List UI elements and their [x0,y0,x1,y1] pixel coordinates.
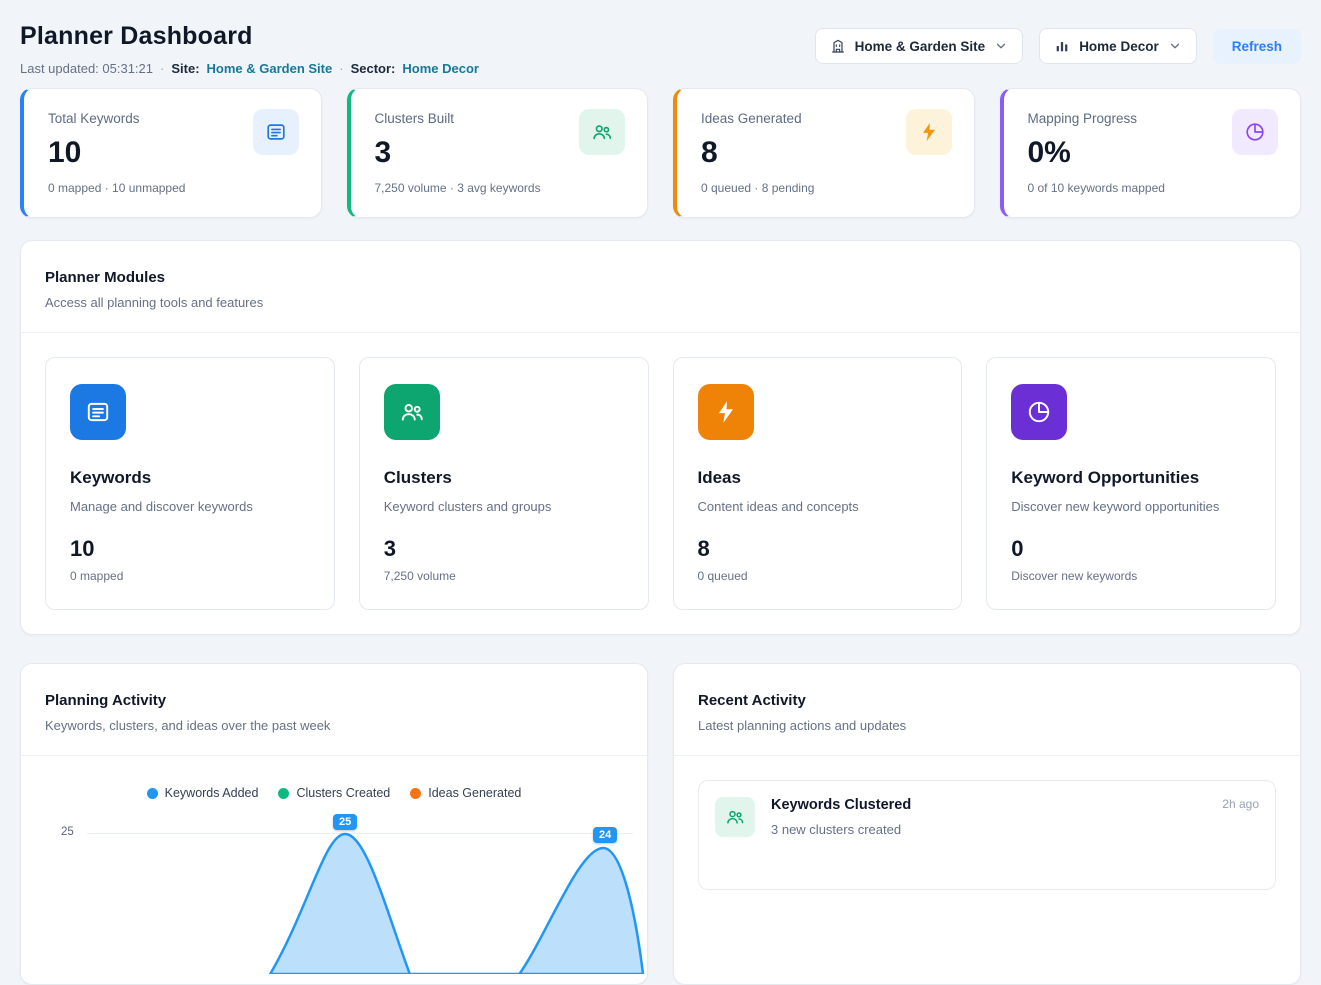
planning-activity-header: Planning Activity Keywords, clusters, an… [21,664,647,755]
modules-subtitle: Access all planning tools and features [45,295,1276,310]
sector-link[interactable]: Home Decor [402,61,479,76]
stats-row: Total Keywords 10 0 mapped · 10 unmapped… [20,88,1301,218]
users-icon [384,384,440,440]
site-dropdown[interactable]: Home & Garden Site [815,28,1024,64]
site-link[interactable]: Home & Garden Site [207,61,333,76]
planning-activity-title: Planning Activity [45,692,623,709]
sector-dropdown[interactable]: Home Decor [1039,28,1197,64]
planner-dashboard-page: Planner Dashboard Last updated: 05:31:21… [0,0,1321,985]
last-updated-text: Last updated: 05:31:21 [20,61,153,76]
site-label: Site: [171,61,199,76]
bar-chart-icon [1054,38,1070,54]
bolt-icon [906,109,952,155]
legend-item-clusters-created[interactable]: Clusters Created [278,786,390,800]
pie-icon [1011,384,1067,440]
divider [21,755,647,756]
planning-activity-chart: 25 25 24 [21,814,647,984]
building-icon [830,38,846,54]
module-title: Ideas [698,468,938,488]
stat-caption: 0 mapped · 10 unmapped [48,181,297,195]
activity-body: Keywords Clustered 3 new clusters create… [771,797,1206,837]
legend-label: Clusters Created [296,786,390,800]
recent-activity-title: Recent Activity [698,692,1276,709]
module-description: Content ideas and concepts [698,499,938,514]
stat-card-mapping-progress: Mapping Progress 0% 0 of 10 keywords map… [1000,88,1302,218]
module-value: 8 [698,536,938,562]
recent-activity-list: Keywords Clustered 3 new clusters create… [674,756,1300,914]
stat-caption: 7,250 volume · 3 avg keywords [375,181,624,195]
module-value: 3 [384,536,624,562]
module-description: Keyword clusters and groups [384,499,624,514]
module-value: 0 [1011,536,1251,562]
activity-title: Keywords Clustered [771,797,1206,813]
site-dropdown-label: Home & Garden Site [855,39,986,54]
meta-separator: · [160,61,164,76]
list-icon [70,384,126,440]
legend-dot-blue [147,788,158,799]
module-card-keyword-opportunities[interactable]: Keyword Opportunities Discover new keywo… [986,357,1276,610]
users-icon [715,797,755,837]
page-title: Planner Dashboard [20,22,479,51]
module-card-clusters[interactable]: Clusters Keyword clusters and groups 3 7… [359,357,649,610]
stat-card-total-keywords: Total Keywords 10 0 mapped · 10 unmapped [20,88,322,218]
planning-activity-card: Planning Activity Keywords, clusters, an… [20,663,648,985]
planner-modules-section: Planner Modules Access all planning tool… [20,240,1301,635]
modules-header: Planner Modules Access all planning tool… [21,241,1300,332]
module-title: Clusters [384,468,624,488]
legend-dot-green [278,788,289,799]
data-point-label: 24 [593,827,617,843]
module-title: Keywords [70,468,310,488]
stat-caption: 0 of 10 keywords mapped [1028,181,1277,195]
module-caption: 0 mapped [70,569,310,583]
module-caption: 0 queued [698,569,938,583]
header-meta: Last updated: 05:31:21 · Site: Home & Ga… [20,61,479,76]
bolt-icon [698,384,754,440]
module-value: 10 [70,536,310,562]
modules-grid: Keywords Manage and discover keywords 10… [21,333,1300,634]
module-title: Keyword Opportunities [1011,468,1251,488]
chevron-down-icon [994,39,1008,53]
module-card-ideas[interactable]: Ideas Content ideas and concepts 8 0 que… [673,357,963,610]
users-icon [579,109,625,155]
data-point-label: 25 [333,814,357,830]
meta-separator: · [339,61,343,76]
page-header: Planner Dashboard Last updated: 05:31:21… [20,22,1301,76]
activity-timestamp: 2h ago [1222,797,1259,811]
legend-item-keywords-added[interactable]: Keywords Added [147,786,259,800]
chart-legend: Keywords Added Clusters Created Ideas Ge… [21,786,647,800]
bottom-row: Planning Activity Keywords, clusters, an… [20,663,1301,985]
module-caption: 7,250 volume [384,569,624,583]
recent-activity-card: Recent Activity Latest planning actions … [673,663,1301,985]
pie-icon [1232,109,1278,155]
recent-activity-header: Recent Activity Latest planning actions … [674,664,1300,755]
keywords-added-area-series [21,814,647,974]
stat-card-clusters-built: Clusters Built 3 7,250 volume · 3 avg ke… [347,88,649,218]
module-card-keywords[interactable]: Keywords Manage and discover keywords 10… [45,357,335,610]
legend-label: Keywords Added [165,786,259,800]
stat-caption: 0 queued · 8 pending [701,181,950,195]
activity-item-keywords-clustered[interactable]: Keywords Clustered 3 new clusters create… [698,780,1276,890]
modules-title: Planner Modules [45,269,1276,286]
refresh-button[interactable]: Refresh [1213,29,1301,64]
planning-activity-subtitle: Keywords, clusters, and ideas over the p… [45,718,623,733]
sector-label: Sector: [351,61,396,76]
recent-activity-subtitle: Latest planning actions and updates [698,718,1276,733]
chevron-down-icon [1168,39,1182,53]
stat-card-ideas-generated: Ideas Generated 8 0 queued · 8 pending [673,88,975,218]
header-left: Planner Dashboard Last updated: 05:31:21… [20,22,479,76]
legend-label: Ideas Generated [428,786,521,800]
header-controls: Home & Garden Site Home Decor Refresh [815,28,1301,64]
module-caption: Discover new keywords [1011,569,1251,583]
legend-item-ideas-generated[interactable]: Ideas Generated [410,786,521,800]
legend-dot-orange [410,788,421,799]
sector-dropdown-label: Home Decor [1079,39,1159,54]
list-icon [253,109,299,155]
activity-description: 3 new clusters created [771,822,1206,837]
module-description: Discover new keyword opportunities [1011,499,1251,514]
module-description: Manage and discover keywords [70,499,310,514]
